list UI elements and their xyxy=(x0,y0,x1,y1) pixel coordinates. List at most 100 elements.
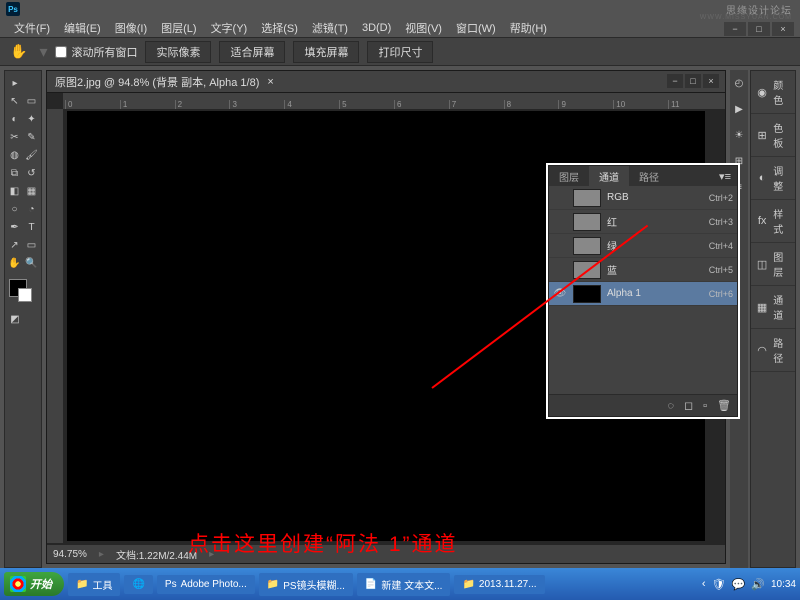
type-tool[interactable]: T xyxy=(24,219,39,235)
stamp-tool[interactable]: ⧉ xyxy=(7,165,22,181)
system-tray: ‹ 🛡 💬 🔊 10:34 xyxy=(702,578,796,591)
quickmask-icon[interactable]: ◩ xyxy=(7,311,23,327)
crop-tool[interactable]: ✂ xyxy=(7,129,22,145)
zoom-level[interactable]: 94.75% xyxy=(53,549,87,560)
scroll-all-label: 滚动所有窗口 xyxy=(71,44,137,60)
channel-green[interactable]: 绿Ctrl+4 xyxy=(549,234,737,258)
menu-image[interactable]: 图像(I) xyxy=(109,18,153,38)
ruler-vertical xyxy=(47,109,63,543)
eraser-tool[interactable]: ◧ xyxy=(7,183,22,199)
tab-channels[interactable]: 通道 xyxy=(589,166,629,187)
minimize-button[interactable]: − xyxy=(724,22,746,36)
panel-color[interactable]: ◉颜色 xyxy=(751,71,795,114)
menu-window[interactable]: 窗口(W) xyxy=(450,18,502,38)
blur-tool[interactable]: ○ xyxy=(7,201,22,217)
taskbar-item[interactable]: 📁 2013.11.27... xyxy=(454,575,544,594)
path-tool[interactable]: ↗ xyxy=(7,237,22,253)
tab-layers[interactable]: 图层 xyxy=(549,166,589,187)
photoshop-window: Ps 思缘设计论坛 WWW.MISSYUAN.COM 文件(F) 编辑(E) 图… xyxy=(0,0,800,568)
tab-close-icon[interactable]: × xyxy=(267,76,273,88)
tray-icon[interactable]: 🔊 xyxy=(751,578,765,591)
start-button[interactable]: 开始 xyxy=(4,572,64,596)
panel-tabs: 图层 通道 路径 ▾≡ xyxy=(549,166,737,186)
right-panels-dock: ◉颜色 ⊞色板 ◐调整 fx样式 ◫图层 ▦通道 ◠路径 xyxy=(750,70,796,568)
panel-paths[interactable]: ◠路径 xyxy=(751,329,795,372)
ruler-horizontal: 01234567891011 xyxy=(63,93,725,109)
scroll-all-checkbox[interactable]: 滚动所有窗口 xyxy=(55,44,137,60)
fill-screen-button[interactable]: 填充屏幕 xyxy=(293,41,359,63)
menu-view[interactable]: 视图(V) xyxy=(399,18,448,38)
color-icon: ◉ xyxy=(755,84,769,100)
channel-thumb xyxy=(573,285,601,303)
print-size-button[interactable]: 打印尺寸 xyxy=(367,41,433,63)
brush-tool[interactable]: 🖌 xyxy=(24,147,39,163)
wand-tool[interactable]: ✦ xyxy=(24,111,39,127)
taskbar-item[interactable]: 📄 新建 文本文... xyxy=(357,573,451,596)
history-icon[interactable]: ◴ xyxy=(732,76,746,90)
shape-tool[interactable]: ▭ xyxy=(24,237,39,253)
adjustments-icon: ◐ xyxy=(755,170,769,186)
doc-minimize-button[interactable]: − xyxy=(667,74,683,88)
document-tab[interactable]: 原图2.jpg @ 94.8% (背景 副本, Alpha 1/8) × − □… xyxy=(47,71,725,93)
collapse-icon[interactable]: ▸ xyxy=(7,75,23,91)
channel-thumb xyxy=(573,237,601,255)
background-swatch[interactable] xyxy=(18,288,32,302)
foreground-swatch[interactable] xyxy=(9,279,27,297)
tray-icon[interactable]: ‹ xyxy=(702,578,706,590)
taskbar-item[interactable]: 🌐 xyxy=(124,575,152,594)
doc-close-button[interactable]: × xyxy=(703,74,719,88)
menu-edit[interactable]: 编辑(E) xyxy=(58,18,107,38)
menu-type[interactable]: 文字(Y) xyxy=(205,18,254,38)
channel-alpha1[interactable]: 👁Alpha 1Ctrl+6 xyxy=(549,282,737,306)
close-button[interactable]: × xyxy=(772,22,794,36)
history-brush-tool[interactable]: ↺ xyxy=(24,165,39,181)
channel-red[interactable]: 红Ctrl+3 xyxy=(549,210,737,234)
annotation-text: 点击这里创建“阿法 1”通道 xyxy=(188,528,458,558)
panel-layers[interactable]: ◫图层 xyxy=(751,243,795,286)
panel-adjustments[interactable]: ◐调整 xyxy=(751,157,795,200)
menu-3d[interactable]: 3D(D) xyxy=(356,20,397,36)
menu-layer[interactable]: 图层(L) xyxy=(155,18,202,38)
channel-thumb xyxy=(573,189,601,207)
tray-icon[interactable]: 🛡 xyxy=(712,578,726,591)
heal-tool[interactable]: ◍ xyxy=(7,147,22,163)
eyedropper-tool[interactable]: ✎ xyxy=(24,129,39,145)
zoom-tool[interactable]: 🔍 xyxy=(24,255,39,271)
taskbar-item[interactable]: 📁 工具 xyxy=(68,573,120,596)
menu-filter[interactable]: 滤镜(T) xyxy=(306,18,354,38)
panel-swatches[interactable]: ⊞色板 xyxy=(751,114,795,157)
watermark-url: WWW.MISSYUAN.COM xyxy=(700,14,792,21)
gradient-tool[interactable]: ▦ xyxy=(24,183,39,199)
tab-paths[interactable]: 路径 xyxy=(629,166,669,187)
menu-select[interactable]: 选择(S) xyxy=(255,18,304,38)
layers-icon: ◫ xyxy=(755,256,769,272)
panel-channels[interactable]: ▦通道 xyxy=(751,286,795,329)
fit-screen-button[interactable]: 适合屏幕 xyxy=(219,41,285,63)
tools-panel: ▸ ↖▭ ◐✦ ✂✎ ◍🖌 ⧉↺ ◧▦ ○◔ ✒T ↗▭ ✋🔍 ◩ xyxy=(4,70,42,568)
taskbar-item[interactable]: 📁 PS镜头模糊... xyxy=(259,573,353,596)
marquee-tool[interactable]: ▭ xyxy=(24,93,39,109)
panel-menu-icon[interactable]: ▾≡ xyxy=(713,170,737,183)
clock[interactable]: 10:34 xyxy=(771,579,796,590)
load-selection-icon[interactable]: ◌ xyxy=(667,400,674,412)
delete-channel-icon[interactable]: 🗑 xyxy=(717,399,731,412)
move-tool[interactable]: ↖ xyxy=(7,93,22,109)
lasso-tool[interactable]: ◐ xyxy=(7,111,22,127)
tray-icon[interactable]: 💬 xyxy=(732,578,746,591)
actual-pixels-button[interactable]: 实际像素 xyxy=(145,41,211,63)
channel-rgb[interactable]: RGBCtrl+2 xyxy=(549,186,737,210)
menu-help[interactable]: 帮助(H) xyxy=(504,18,553,38)
panel-styles[interactable]: fx样式 xyxy=(751,200,795,243)
hand-tool-icon: ✋ xyxy=(6,43,31,60)
taskbar-item[interactable]: Ps Adobe Photo... xyxy=(157,575,255,594)
save-selection-icon[interactable]: ◻ xyxy=(684,399,693,412)
new-channel-icon[interactable]: ▫ xyxy=(703,400,707,412)
actions-icon[interactable]: ▶ xyxy=(732,102,746,116)
properties-icon[interactable]: ☀ xyxy=(732,128,746,142)
dodge-tool[interactable]: ◔ xyxy=(24,201,39,217)
hand-tool[interactable]: ✋ xyxy=(7,255,22,271)
maximize-button[interactable]: □ xyxy=(748,22,770,36)
pen-tool[interactable]: ✒ xyxy=(7,219,22,235)
doc-maximize-button[interactable]: □ xyxy=(685,74,701,88)
menu-file[interactable]: 文件(F) xyxy=(8,18,56,38)
